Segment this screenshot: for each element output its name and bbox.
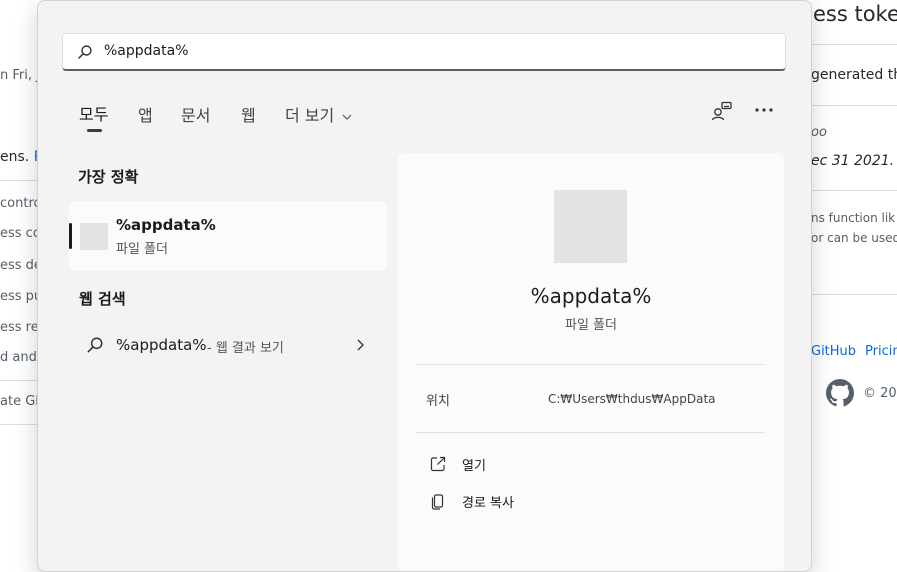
copy-icon [431, 494, 444, 510]
tab-more-label: 더 보기 [285, 106, 335, 125]
bg-text: generated th [811, 67, 897, 83]
web-search-hint: - 웹 결과 보기 [207, 341, 284, 356]
web-search-heading: 웹 검색 [79, 290, 126, 308]
folder-thumbnail [80, 223, 108, 250]
bg-text: ess rep [0, 320, 40, 335]
divider [416, 432, 765, 433]
copy-path-action[interactable]: 경로 복사 [426, 488, 746, 516]
divider [0, 424, 40, 425]
tab-apps[interactable]: 앱 [138, 102, 153, 126]
search-panel: %appdata% 모두 앱 문서 웹 더 보기 가장 정확 %appdata%… [37, 0, 812, 572]
tab-documents[interactable]: 문서 [181, 102, 210, 126]
background-page-left: n Fri, Ja ens. R contro ess co ess de es… [0, 0, 40, 561]
copyright-text: © 202 [863, 386, 897, 401]
footer-link-github[interactable]: GitHub [811, 344, 856, 359]
tab-all[interactable]: 모두 [79, 101, 108, 125]
result-name: %appdata% [116, 216, 216, 234]
search-query: %appdata% [104, 43, 189, 59]
bg-text: ess de [0, 258, 40, 273]
divider [0, 180, 40, 181]
footer-link-pricing[interactable]: Pricin [865, 344, 897, 359]
detail-pane: %appdata% 파일 폴더 위치 C:₩Users₩thdus₩AppDat… [398, 153, 784, 571]
bg-text: ens. R [0, 149, 40, 165]
search-icon [78, 45, 92, 59]
divider [811, 105, 897, 106]
web-search-query: %appdata% [116, 336, 207, 354]
divider [811, 190, 897, 191]
bg-text: or can be used [811, 231, 897, 245]
bg-text: d and [0, 350, 37, 365]
active-tab-indicator [87, 129, 102, 132]
best-match-result[interactable]: %appdata% 파일 폴더 [69, 201, 387, 271]
bg-heading: ess toker [813, 2, 897, 26]
accounts-icon[interactable] [710, 99, 734, 123]
location-label: 위치 [426, 394, 450, 409]
github-logo-icon [826, 379, 854, 407]
bg-text: n Fri, Ja [0, 68, 40, 83]
chevron-right-icon [357, 339, 364, 351]
divider [0, 380, 40, 381]
best-match-heading: 가장 정확 [78, 168, 139, 186]
location-value: C:₩Users₩thdus₩AppData [548, 392, 716, 406]
bg-text: ess co [0, 226, 40, 241]
more-options-icon[interactable] [752, 99, 776, 123]
bg-text: oo [811, 125, 827, 140]
search-icon [87, 337, 103, 353]
bg-text: ec 31 2021. [811, 153, 895, 169]
background-page-right: ess toker generated th oo ec 31 2021. ns… [811, 0, 897, 561]
tab-more[interactable]: 더 보기 [285, 102, 352, 126]
open-action[interactable]: 열기 [426, 451, 746, 479]
result-type: 파일 폴더 [116, 242, 168, 257]
divider [811, 294, 897, 295]
bg-text: ns function lik [811, 211, 896, 225]
detail-type: 파일 폴더 [565, 318, 617, 333]
tab-web[interactable]: 웹 [241, 102, 256, 126]
divider [811, 44, 897, 45]
detail-title: %appdata% [530, 284, 652, 308]
divider [416, 364, 765, 365]
selection-indicator [69, 223, 72, 249]
bg-text: ate Gi [0, 394, 39, 409]
bg-text: contro [0, 196, 40, 211]
chevron-down-icon [342, 114, 352, 120]
open-action-label: 열기 [462, 459, 486, 474]
folder-large-thumbnail [554, 190, 627, 263]
search-input[interactable]: %appdata% [62, 33, 786, 71]
copy-path-action-label: 경로 복사 [462, 496, 514, 511]
open-external-icon [430, 456, 446, 472]
web-search-result[interactable]: %appdata% - 웹 결과 보기 [69, 325, 387, 365]
bg-text: ess pu [0, 289, 40, 304]
